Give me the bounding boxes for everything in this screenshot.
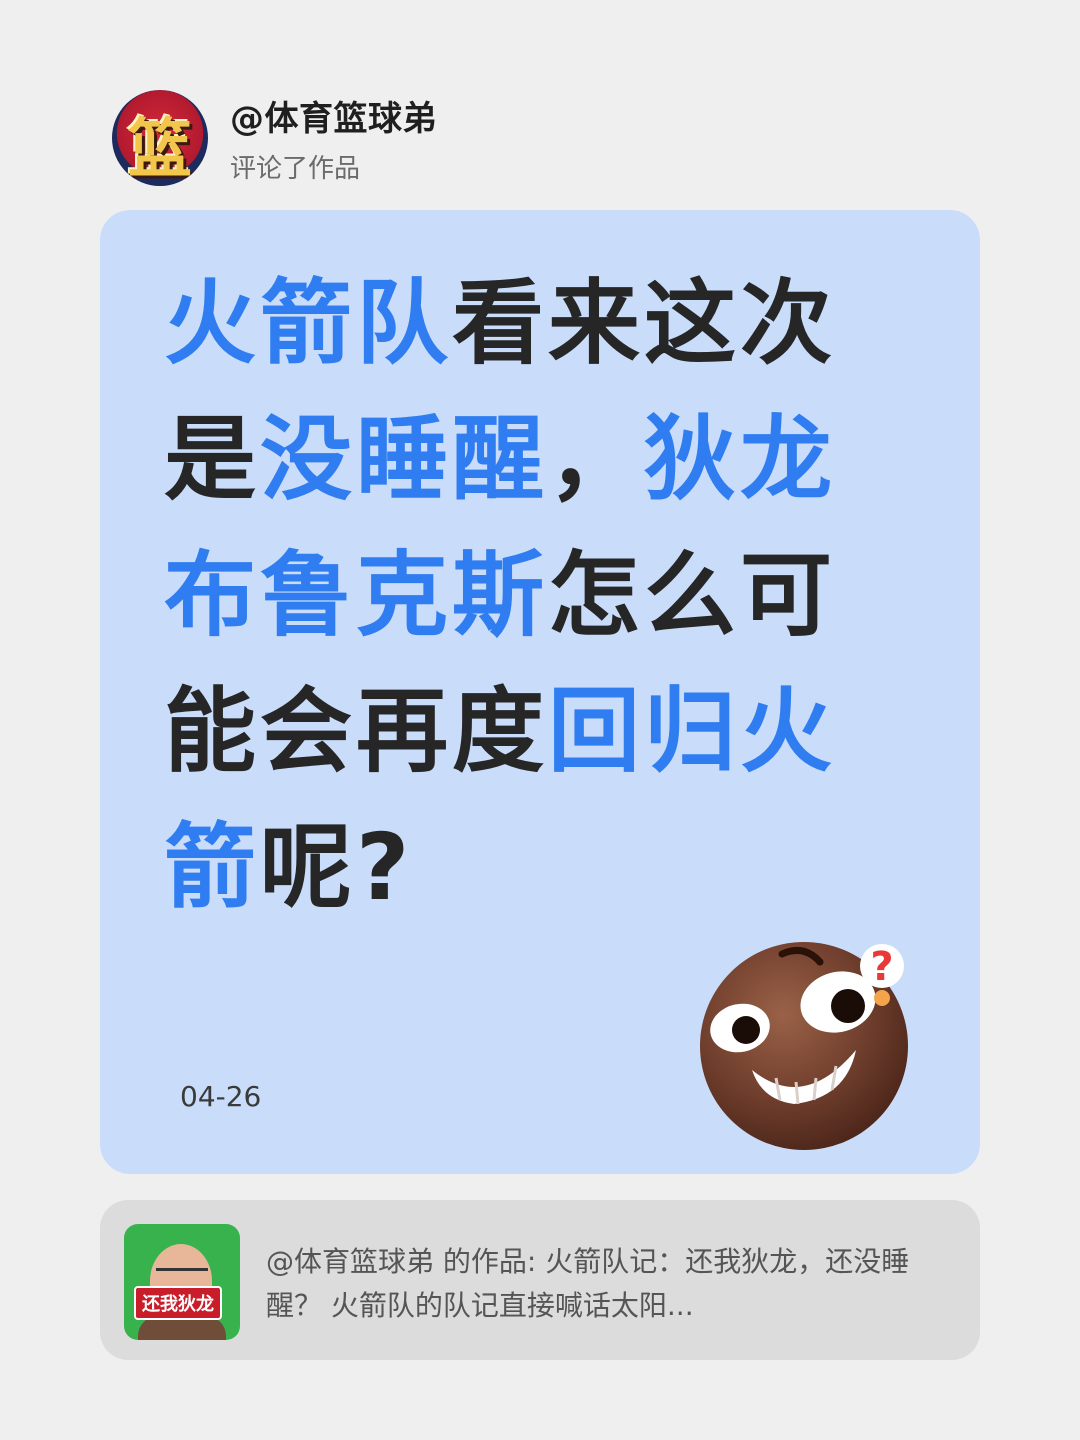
comment-line: 火箭队看来这次 bbox=[164, 256, 864, 392]
thumbnail-glasses bbox=[156, 1268, 208, 1283]
thumbnail-caption: 还我狄龙 bbox=[134, 1286, 222, 1320]
comment-highlight: 狄龙 bbox=[644, 406, 837, 513]
comment-highlight: 布鲁克斯 bbox=[164, 542, 549, 649]
comment-segment: 看来这次 bbox=[452, 270, 837, 377]
referenced-post-text: @体育篮球弟 的作品: 火箭队记：还我狄龙，还没睡醒？ 火箭队的队记直接喊话太阳… bbox=[266, 1245, 910, 1322]
comment-text: 火箭队看来这次 是没睡醒，狄龙 布鲁克斯怎么可 能会再度回归火 箭呢? bbox=[164, 256, 864, 936]
comment-line: 箭呢? bbox=[164, 800, 864, 936]
comment-segment: 是 bbox=[164, 406, 261, 513]
comment-highlight: 没睡醒 bbox=[260, 406, 549, 513]
referenced-post-thumbnail[interactable]: 还我狄龙 bbox=[124, 1224, 240, 1340]
comment-line: 布鲁克斯怎么可 bbox=[164, 528, 864, 664]
action-text: 评论了作品 bbox=[230, 154, 361, 184]
username[interactable]: @体育篮球弟 bbox=[230, 91, 437, 140]
comment-segment: 呢? bbox=[260, 814, 414, 921]
comment-highlight: 箭 bbox=[164, 814, 261, 921]
user-meta: @体育篮球弟 评论了作品 bbox=[230, 91, 437, 185]
user-avatar[interactable]: 篮 bbox=[112, 90, 208, 186]
referenced-post-card[interactable]: 还我狄龙 @体育篮球弟 的作品: 火箭队记：还我狄龙，还没睡醒？ 火箭队的队记直… bbox=[100, 1200, 980, 1360]
comment-line: 是没睡醒，狄龙 bbox=[164, 392, 864, 528]
comment-highlight: 回归火 bbox=[548, 678, 837, 785]
comment-card: 火箭队看来这次 是没睡醒，狄龙 布鲁克斯怎么可 能会再度回归火 箭呢? 04-26 ? bbox=[100, 210, 980, 1174]
comment-segment: 怎么可 bbox=[548, 542, 837, 649]
post-header: 篮 @体育篮球弟 评论了作品 bbox=[112, 90, 437, 186]
comment-highlight: 火箭队 bbox=[164, 270, 453, 377]
comment-line: 能会再度回归火 bbox=[164, 664, 864, 800]
comment-segment: ， bbox=[548, 406, 645, 513]
svg-text:?: ? bbox=[870, 944, 893, 990]
comment-date: 04-26 bbox=[180, 1080, 262, 1113]
avatar-logo: 篮 bbox=[128, 113, 192, 186]
thinking-smile-question-emoji: ? bbox=[700, 942, 908, 1150]
comment-segment: 能会再度 bbox=[164, 678, 549, 785]
